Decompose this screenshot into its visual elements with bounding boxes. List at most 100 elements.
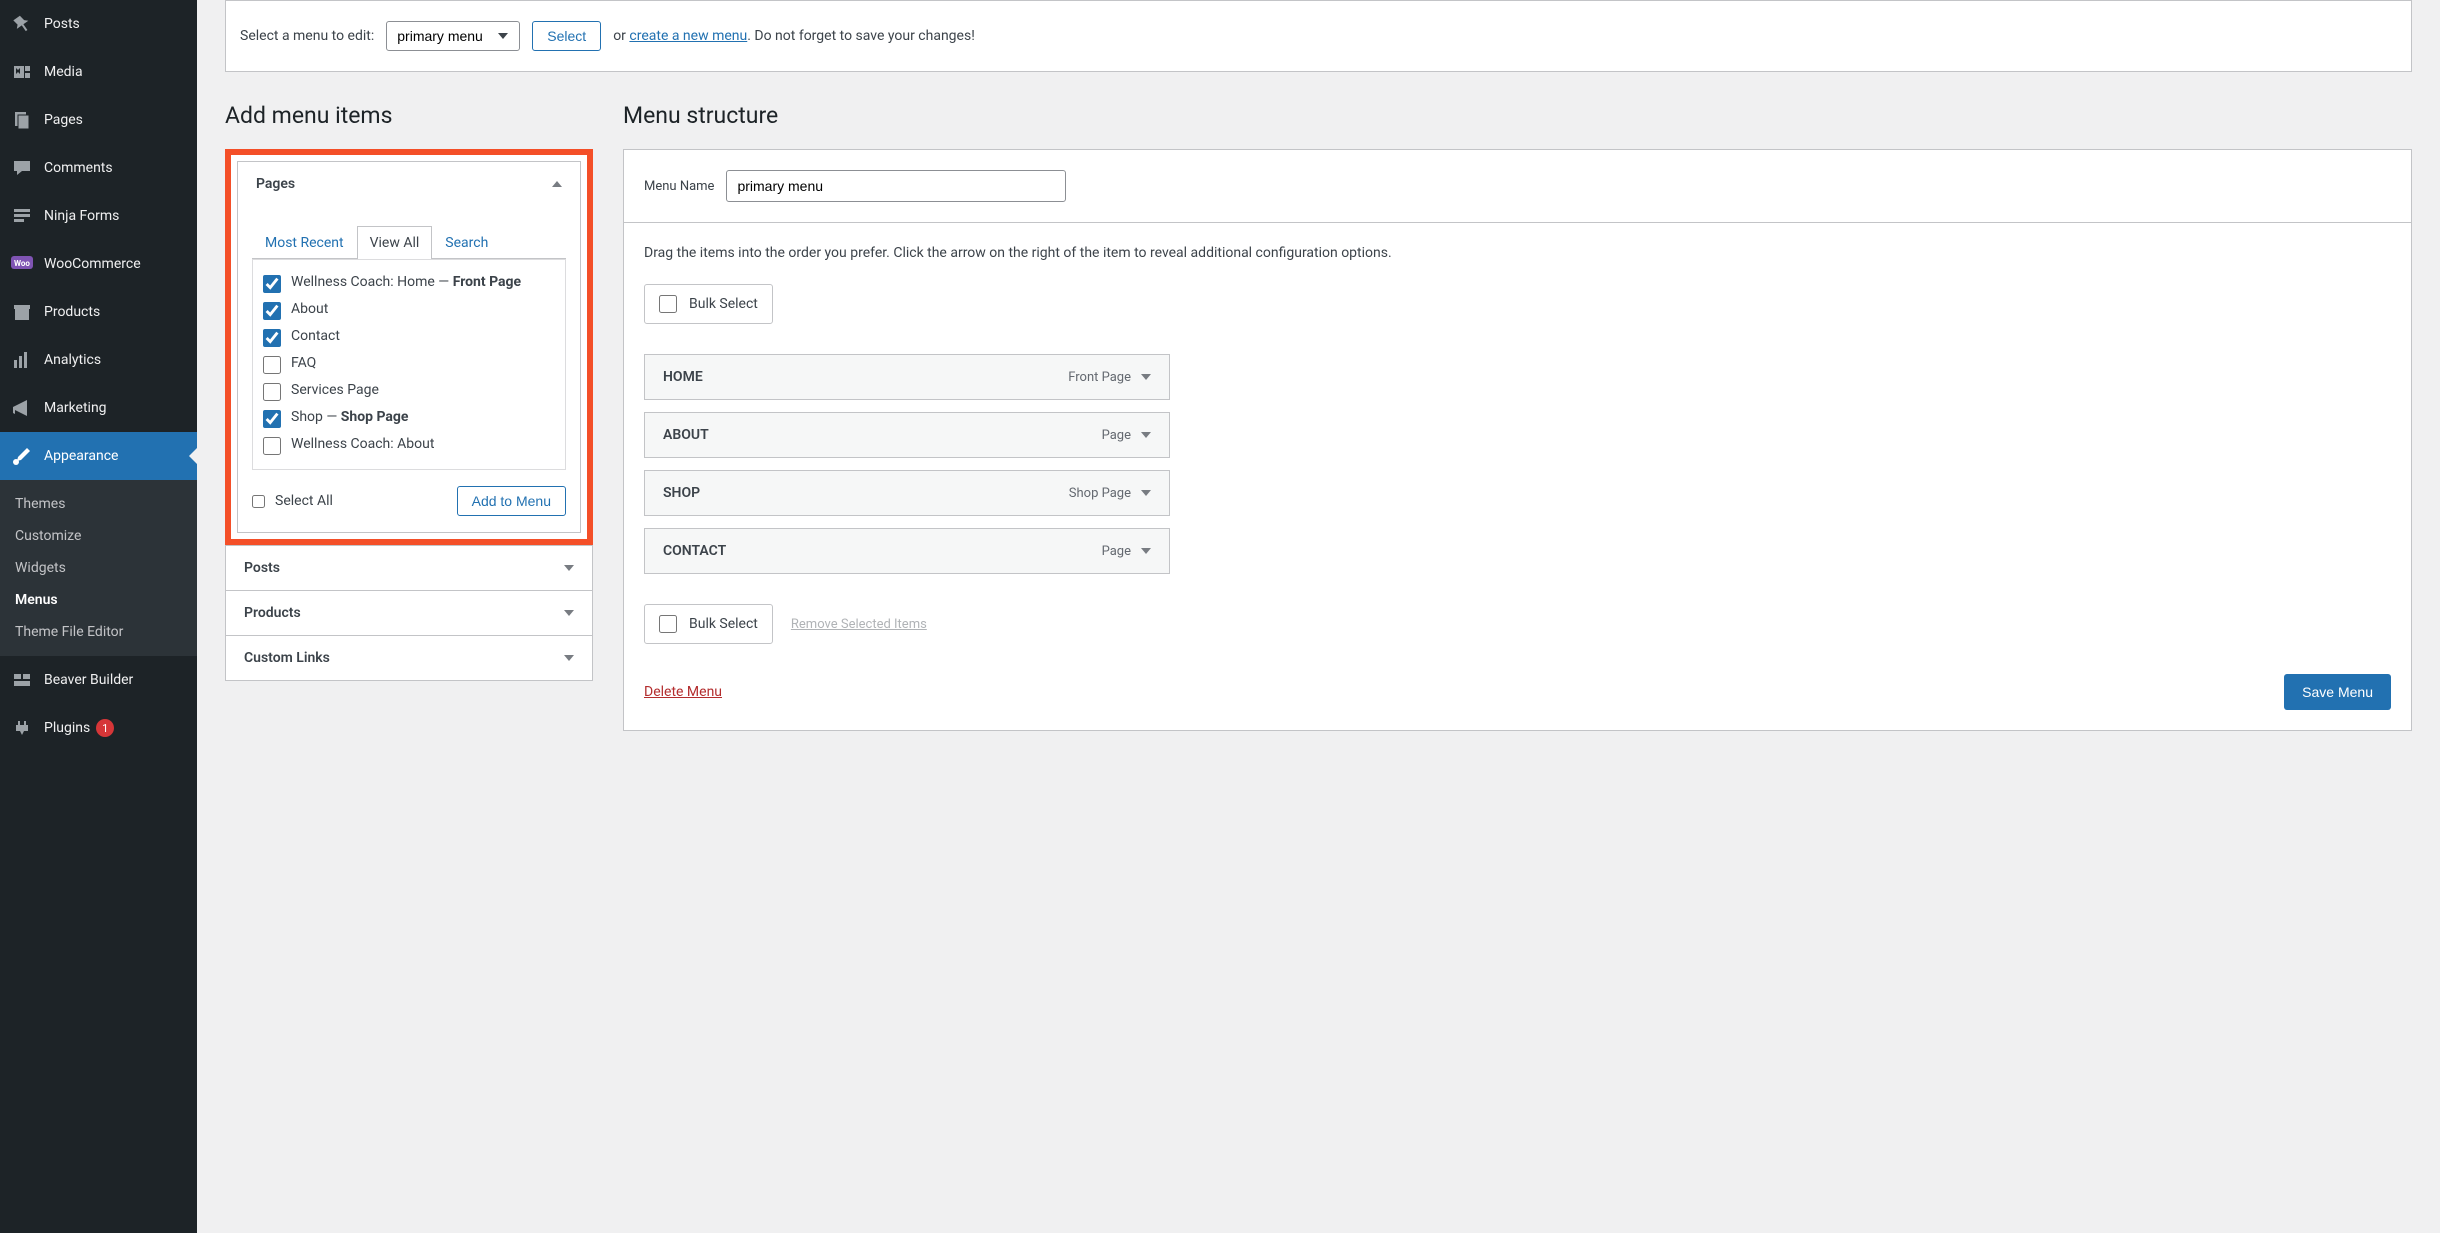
- page-item[interactable]: Contact: [263, 324, 555, 351]
- bulk-select-checkbox-bottom[interactable]: [659, 615, 677, 633]
- pages-accordion-toggle[interactable]: Pages: [238, 162, 580, 206]
- menu-item-type: Page: [1102, 544, 1151, 559]
- update-badge: 1: [96, 719, 114, 737]
- accordion-custom-links: Custom Links: [225, 636, 593, 681]
- page-checkbox[interactable]: [263, 329, 281, 347]
- submenu-item-menus[interactable]: Menus: [0, 584, 197, 616]
- submenu-item-customize[interactable]: Customize: [0, 520, 197, 552]
- plugin-icon: [10, 716, 34, 740]
- bulk-select-top[interactable]: Bulk Select: [644, 284, 773, 324]
- select-button[interactable]: Select: [532, 21, 601, 51]
- sidebar-item-label: Posts: [44, 16, 80, 32]
- sidebar-item-plugins[interactable]: Plugins 1: [0, 704, 197, 752]
- sidebar-item-beaver-builder[interactable]: Beaver Builder: [0, 656, 197, 704]
- chevron-down-icon[interactable]: [1141, 432, 1151, 438]
- accordion-toggle-products[interactable]: Products: [226, 591, 592, 635]
- add-to-menu-button[interactable]: Add to Menu: [457, 486, 566, 516]
- menu-item-type: Page: [1102, 428, 1151, 443]
- brush-icon: [10, 444, 34, 468]
- page-label: Wellness Coach: About: [291, 436, 434, 452]
- accordion-posts: Posts: [225, 545, 593, 591]
- save-menu-button[interactable]: Save Menu: [2284, 674, 2391, 710]
- page-checkbox[interactable]: [263, 410, 281, 428]
- accordion-title: Posts: [244, 560, 280, 576]
- tab-search[interactable]: Search: [432, 226, 501, 259]
- submenu-item-widgets[interactable]: Widgets: [0, 552, 197, 584]
- menu-name-label: Menu Name: [644, 179, 714, 194]
- page-checkbox[interactable]: [263, 356, 281, 374]
- sidebar-item-appearance[interactable]: Appearance: [0, 432, 197, 480]
- svg-text:Woo: Woo: [14, 259, 30, 268]
- menu-structure-heading: Menu structure: [623, 102, 2412, 129]
- main-content: Select a menu to edit: primary menu Sele…: [197, 0, 2440, 1233]
- menu-item-title: ABOUT: [663, 427, 709, 443]
- sidebar-item-label: Appearance: [44, 448, 118, 464]
- add-menu-items-heading: Add menu items: [225, 102, 593, 129]
- pages-accordion-highlight: Pages Most RecentView AllSearch Wellness…: [225, 149, 593, 545]
- sidebar-item-products[interactable]: Products: [0, 288, 197, 336]
- menu-items-list: HOMEFront Page ABOUT Page SHOP Shop Page C…: [644, 354, 1170, 574]
- page-item[interactable]: FAQ: [263, 351, 555, 378]
- page-item[interactable]: Shop — Shop Page: [263, 405, 555, 432]
- page-item[interactable]: Wellness Coach: About: [263, 432, 555, 459]
- form-icon: [10, 204, 34, 228]
- sidebar-item-label: WooCommerce: [44, 256, 141, 272]
- accordion-products: Products: [225, 591, 593, 636]
- page-checkbox[interactable]: [263, 275, 281, 293]
- pages-icon: [10, 108, 34, 132]
- sidebar-item-posts[interactable]: Posts: [0, 0, 197, 48]
- sidebar-item-pages[interactable]: Pages: [0, 96, 197, 144]
- sidebar-item-ninja-forms[interactable]: Ninja Forms: [0, 192, 197, 240]
- page-checkbox[interactable]: [263, 383, 281, 401]
- sidebar-item-comments[interactable]: Comments: [0, 144, 197, 192]
- menu-item-row[interactable]: ABOUT Page: [644, 412, 1170, 458]
- sidebar-item-label: Ninja Forms: [44, 208, 119, 224]
- page-label: FAQ: [291, 355, 316, 371]
- page-item[interactable]: About: [263, 297, 555, 324]
- page-label: Services Page: [291, 382, 379, 398]
- menu-dropdown[interactable]: primary menu: [386, 21, 520, 51]
- menu-item-row[interactable]: CONTACTPage: [644, 528, 1170, 574]
- delete-menu-link[interactable]: Delete Menu: [644, 684, 722, 700]
- submenu-item-theme-file-editor[interactable]: Theme File Editor: [0, 616, 197, 648]
- accordion-toggle-posts[interactable]: Posts: [226, 546, 592, 590]
- submenu-item-themes[interactable]: Themes: [0, 488, 197, 520]
- bulk-select-bottom[interactable]: Bulk Select: [644, 604, 773, 644]
- sidebar-item-label: Comments: [44, 160, 113, 176]
- accordion-toggle-custom-links[interactable]: Custom Links: [226, 636, 592, 680]
- sidebar-item-media[interactable]: Media: [0, 48, 197, 96]
- menu-item-title: SHOP: [663, 485, 700, 501]
- sidebar-item-label: Plugins: [44, 720, 90, 736]
- sidebar-item-label: Beaver Builder: [44, 672, 133, 688]
- select-all-checkbox[interactable]: [252, 495, 265, 508]
- page-checkbox[interactable]: [263, 302, 281, 320]
- menu-item-row[interactable]: HOMEFront Page: [644, 354, 1170, 400]
- sidebar-item-marketing[interactable]: Marketing: [0, 384, 197, 432]
- chevron-down-icon[interactable]: [1141, 548, 1151, 554]
- menu-name-input[interactable]: [726, 170, 1066, 202]
- products-icon: [10, 300, 34, 324]
- accordion-title: Custom Links: [244, 650, 330, 666]
- sidebar-item-label: Pages: [44, 112, 83, 128]
- menu-item-row[interactable]: SHOP Shop Page: [644, 470, 1170, 516]
- chevron-down-icon: [564, 655, 574, 661]
- sidebar-item-woocommerce[interactable]: Woo WooCommerce: [0, 240, 197, 288]
- page-label: Wellness Coach: Home — Front Page: [291, 274, 521, 290]
- analytics-icon: [10, 348, 34, 372]
- tab-view-all[interactable]: View All: [357, 226, 433, 259]
- remove-selected-link[interactable]: Remove Selected Items: [791, 617, 927, 632]
- chevron-down-icon[interactable]: [1141, 490, 1151, 496]
- page-item[interactable]: Services Page: [263, 378, 555, 405]
- bulk-select-checkbox-top[interactable]: [659, 295, 677, 313]
- menu-item-type: Shop Page: [1069, 486, 1151, 501]
- page-checkbox[interactable]: [263, 437, 281, 455]
- chevron-down-icon[interactable]: [1141, 374, 1151, 380]
- select-all-label[interactable]: Select All: [252, 493, 333, 509]
- page-item[interactable]: Wellness Coach: Home — Front Page: [263, 270, 555, 297]
- page-label: Contact: [291, 328, 340, 344]
- or-create-text: or create a new menu. Do not forget to s…: [613, 28, 975, 44]
- tab-most-recent[interactable]: Most Recent: [252, 226, 357, 259]
- pages-tabs: Most RecentView AllSearch: [252, 226, 566, 259]
- create-new-menu-link[interactable]: create a new menu: [629, 28, 747, 44]
- sidebar-item-analytics[interactable]: Analytics: [0, 336, 197, 384]
